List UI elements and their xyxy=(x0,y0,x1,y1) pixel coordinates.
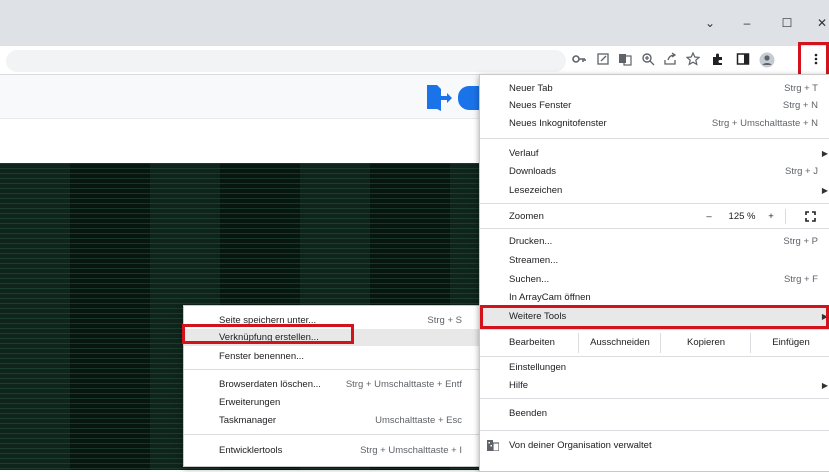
menu-button-highlight xyxy=(798,42,829,78)
menu-item-label: Suchen... xyxy=(509,274,550,285)
menu-item-label: In ArrayCam öffnen xyxy=(509,292,591,303)
building-icon xyxy=(487,440,500,457)
profile-icon[interactable] xyxy=(758,52,776,70)
menu-separator xyxy=(480,430,829,431)
menu-separator xyxy=(480,329,829,330)
menu-item-label: Neuer Tab xyxy=(509,83,553,94)
menu-item-label: Verlauf xyxy=(509,148,539,159)
address-bar[interactable] xyxy=(6,50,566,72)
menu-item-label: Beenden xyxy=(509,408,548,419)
menu-item-shortcut: Strg + Umschalttaste + Entf xyxy=(345,379,462,390)
menu-separator xyxy=(184,369,482,370)
menu-item-label: Einstellungen xyxy=(509,362,567,373)
menu-item-zoom: Zoomen – 125 % + xyxy=(480,208,829,225)
close-button[interactable]: ✕ xyxy=(810,13,829,33)
minimize-button[interactable]: – xyxy=(735,13,759,33)
zoom-out-button[interactable]: – xyxy=(702,208,716,225)
menu-item-label: Hilfe xyxy=(509,380,529,391)
menu-item-clear-data[interactable]: Browserdaten löschen... Strg + Umschaltt… xyxy=(184,376,482,393)
menu-item-help[interactable]: Hilfe ▶ xyxy=(480,377,829,394)
zoom-value: 125 % xyxy=(728,211,756,222)
create-shortcut-highlight xyxy=(182,324,354,344)
menu-item-arraycam[interactable]: In ArrayCam öffnen xyxy=(480,289,829,306)
chrome-main-menu: Neuer Tab Strg + T Neues Fenster Strg + … xyxy=(479,74,829,472)
menu-item-label: Drucken... xyxy=(509,236,553,247)
menu-item-label: Zoomen xyxy=(509,211,544,222)
edit-icon[interactable] xyxy=(594,52,612,70)
menu-item-settings[interactable]: Einstellungen xyxy=(480,359,829,376)
menu-item-print[interactable]: Drucken... Strg + P xyxy=(480,233,829,250)
menu-item-shortcut: Umschalttaste + Esc xyxy=(375,415,462,426)
zoom-divider xyxy=(785,209,786,224)
menu-item-extensions[interactable]: Erweiterungen xyxy=(184,394,482,411)
sidepanel-icon[interactable] xyxy=(734,52,752,70)
fullscreen-icon[interactable] xyxy=(802,208,818,225)
menu-item-shortcut: Strg + T xyxy=(784,83,818,94)
menu-item-label: Downloads xyxy=(509,166,556,177)
menu-item-history[interactable]: Verlauf ▶ xyxy=(480,145,829,162)
menu-item-shortcut: Strg + N xyxy=(782,100,818,111)
menu-item-downloads[interactable]: Downloads Strg + J xyxy=(480,163,829,180)
menu-item-shortcut: Strg + S xyxy=(427,315,462,326)
menu-item-label: Streamen... xyxy=(509,255,559,266)
menu-item-label: Browserdaten löschen... xyxy=(219,379,321,390)
menu-item-incognito[interactable]: Neues Inkognitofenster Strg + Umschaltta… xyxy=(480,115,829,132)
menu-separator xyxy=(480,203,829,204)
menu-item-name-window[interactable]: Fenster benennen... xyxy=(184,348,482,365)
menu-separator xyxy=(480,228,829,229)
share-icon[interactable] xyxy=(661,52,679,70)
title-bar: ⌄ – ☐ ✕ xyxy=(0,0,829,46)
menu-item-devtools[interactable]: Entwicklertools Strg + Umschalttaste + I xyxy=(184,442,482,459)
menu-item-find[interactable]: Suchen... Strg + F xyxy=(480,271,829,288)
menu-item-label: Bearbeiten xyxy=(509,337,555,348)
menu-item-label: Entwicklertools xyxy=(219,445,283,456)
translate-icon[interactable] xyxy=(616,52,634,70)
logout-icon[interactable] xyxy=(425,83,453,111)
menu-separator xyxy=(480,356,829,357)
menu-separator xyxy=(184,434,482,435)
paste-button[interactable]: Einfügen xyxy=(750,333,829,353)
menu-item-new-tab[interactable]: Neuer Tab Strg + T xyxy=(480,80,829,97)
menu-item-edit: Bearbeiten Ausschneiden Kopieren Einfüge… xyxy=(480,333,829,353)
logo-partial xyxy=(458,86,480,110)
menu-separator xyxy=(480,398,829,399)
menu-item-shortcut: Strg + Umschalttaste + N xyxy=(711,118,818,129)
menu-item-cast[interactable]: Streamen... xyxy=(480,252,829,269)
zoom-in-button[interactable]: + xyxy=(764,208,778,225)
extensions-icon[interactable] xyxy=(709,52,727,70)
menu-item-shortcut: Strg + Umschalttaste + I xyxy=(360,445,462,456)
submenu-arrow-icon: ▶ xyxy=(821,381,828,390)
menu-item-label: Von deiner Organisation verwaltet xyxy=(509,440,652,451)
menu-separator xyxy=(480,138,829,139)
copy-button[interactable]: Kopieren xyxy=(660,333,751,353)
menu-item-bookmarks[interactable]: Lesezeichen ▶ xyxy=(480,182,829,199)
menu-item-exit[interactable]: Beenden xyxy=(480,405,829,422)
menu-item-label: Neues Inkognitofenster xyxy=(509,118,607,129)
menu-item-new-window[interactable]: Neues Fenster Strg + N xyxy=(480,97,829,114)
menu-item-shortcut: Strg + F xyxy=(783,274,818,285)
more-tools-highlight xyxy=(480,305,829,329)
menu-item-label: Lesezeichen xyxy=(509,185,563,196)
submenu-arrow-icon: ▶ xyxy=(821,149,828,158)
menu-item-label: Fenster benennen... xyxy=(219,351,305,362)
menu-item-label: Taskmanager xyxy=(219,415,277,426)
menu-item-label: Neues Fenster xyxy=(509,100,572,111)
key-icon[interactable] xyxy=(570,52,588,70)
star-icon[interactable] xyxy=(684,51,702,70)
maximize-button[interactable]: ☐ xyxy=(775,13,799,33)
menu-item-shortcut: Strg + J xyxy=(785,166,818,177)
menu-item-label: Erweiterungen xyxy=(219,397,281,408)
tab-search-icon[interactable]: ⌄ xyxy=(698,13,722,33)
zoom-icon[interactable] xyxy=(639,52,657,70)
menu-item-shortcut: Strg + P xyxy=(783,236,818,247)
menu-item-task-manager[interactable]: Taskmanager Umschalttaste + Esc xyxy=(184,412,482,429)
cut-button[interactable]: Ausschneiden xyxy=(578,333,661,353)
submenu-arrow-icon: ▶ xyxy=(821,186,828,195)
menu-item-managed[interactable]: Von deiner Organisation verwaltet xyxy=(480,437,829,454)
